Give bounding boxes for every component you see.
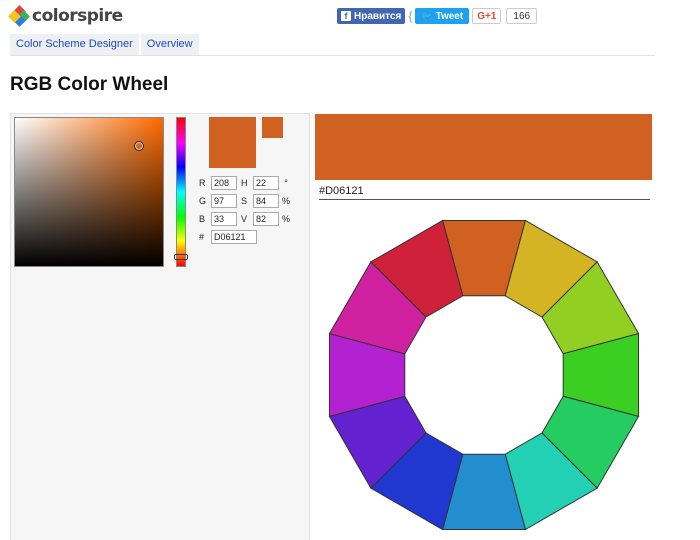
s-unit: % [281,196,290,206]
saturation-value-square[interactable] [14,117,164,267]
tab-overview[interactable]: Overview [140,34,199,55]
selected-hex-label: #D06121 [319,185,364,197]
color-fields: R 208 H 22 ° G 97 S 84 % B 33 V 82 % # D… [199,174,293,246]
facebook-icon: f [341,11,351,21]
h-input[interactable]: 22 [253,176,279,190]
g-input[interactable]: 97 [211,194,237,208]
logo[interactable]: colorspire [8,5,123,27]
v-input[interactable]: 82 [253,212,279,226]
field-row-g-s: G 97 S 84 % [199,192,293,210]
hex-underline [319,199,650,200]
r-input[interactable]: 208 [211,176,237,190]
share-count: 166 [506,8,538,24]
field-row-hex: # D06121 [199,228,293,246]
original-color-swatch[interactable] [262,117,283,138]
colorspire-logo-icon [8,5,30,27]
google-plus-label: G+1 [477,10,497,22]
twitter-bird-icon: 🐦 [421,10,433,21]
b-label: B [199,214,206,224]
logo-text: colorspire [32,6,123,26]
google-plus-button[interactable]: G+1 [472,8,502,24]
r-label: R [199,178,206,188]
h-label: H [241,178,248,188]
hex-input[interactable]: D06121 [211,230,257,244]
v-unit: % [281,214,290,224]
facebook-like-label: Нравится [354,10,402,22]
g-label: G [199,196,207,206]
social-buttons: f Нравится { 🐦 Tweet G+1 166 [337,8,538,24]
brace-divider: { [408,9,413,23]
page-title: RGB Color Wheel [10,74,169,95]
selected-color-preview [315,114,652,180]
color-wheel[interactable] [320,210,648,540]
tweet-button[interactable]: 🐦 Tweet [415,8,470,24]
field-row-r-h: R 208 H 22 ° [199,174,293,192]
s-label: S [241,196,248,206]
h-unit: ° [284,178,288,188]
facebook-like-button[interactable]: f Нравится [337,8,406,24]
hex-hash-label: # [199,232,205,242]
nav-tabs: Color Scheme Designer Overview [10,34,199,55]
v-label: V [241,214,248,224]
saturation-value-cursor[interactable] [134,141,144,151]
hue-slider[interactable] [176,117,186,267]
field-row-b-v: B 33 V 82 % [199,210,293,228]
hue-slider-handle[interactable] [174,254,188,260]
s-input[interactable]: 84 [253,194,279,208]
nav-divider [10,55,655,56]
b-input[interactable]: 33 [211,212,237,226]
tab-color-scheme-designer[interactable]: Color Scheme Designer [10,34,139,55]
color-wheel-segments [328,219,640,531]
new-color-swatch [209,117,256,168]
tweet-label: Tweet [435,10,464,22]
